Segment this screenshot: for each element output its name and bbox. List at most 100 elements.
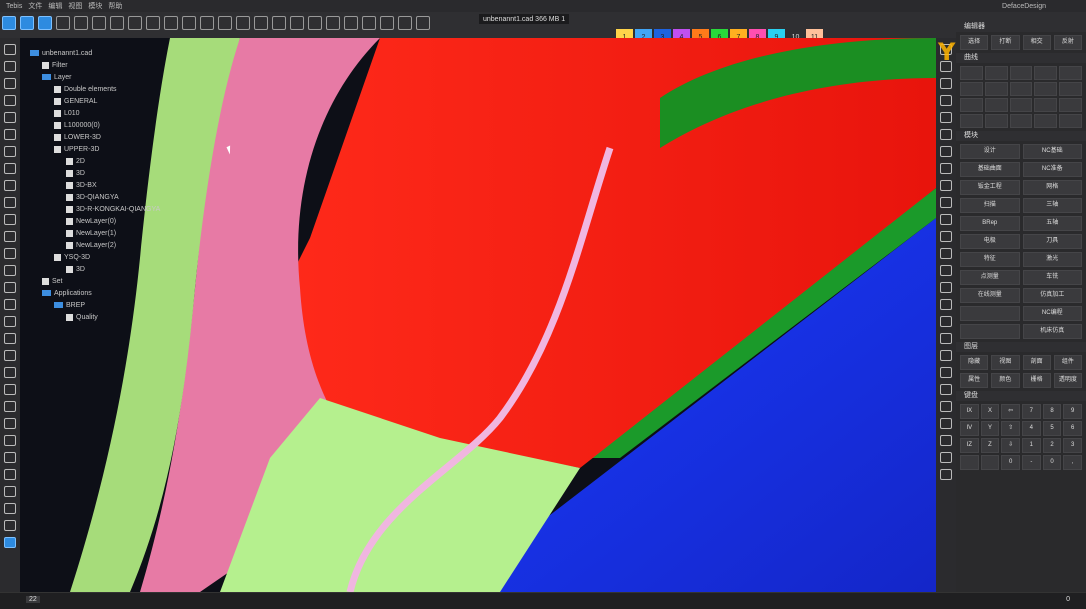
- keypad-key[interactable]: Z: [980, 438, 1000, 453]
- keypad-key[interactable]: IZ: [960, 438, 979, 453]
- right-tool-icon[interactable]: [940, 350, 952, 361]
- left-tool-icon[interactable]: [4, 452, 16, 463]
- toolbar-tool-icon[interactable]: [380, 16, 394, 30]
- edit-button[interactable]: 打断: [991, 35, 1020, 50]
- tree-item[interactable]: Filter: [30, 60, 160, 72]
- keypad-key[interactable]: -: [1021, 455, 1041, 470]
- menu-edit[interactable]: 编辑: [48, 1, 62, 11]
- left-tool-icon[interactable]: [4, 146, 16, 157]
- keypad-key[interactable]: 2: [1042, 438, 1062, 453]
- right-tool-icon[interactable]: [940, 418, 952, 429]
- toolbar-tool-icon[interactable]: [74, 16, 88, 30]
- module-button[interactable]: 电极: [960, 234, 1020, 249]
- right-tool-icon[interactable]: [940, 282, 952, 293]
- tree-item[interactable]: Quality: [30, 312, 160, 324]
- section-keypad[interactable]: 键盘: [956, 391, 1086, 401]
- keypad-key[interactable]: 5: [1042, 421, 1062, 436]
- right-tool-icon[interactable]: [940, 248, 952, 259]
- curve-tool-icon[interactable]: [1009, 98, 1033, 112]
- left-tool-icon[interactable]: [4, 418, 16, 429]
- module-button[interactable]: 刀具: [1022, 234, 1082, 249]
- module-button[interactable]: 车铣: [1022, 270, 1082, 285]
- display-button[interactable]: 视图: [991, 355, 1020, 370]
- module-button[interactable]: NC基础: [1022, 144, 1082, 159]
- right-tool-icon[interactable]: [940, 316, 952, 327]
- display-button[interactable]: 颜色: [991, 373, 1020, 388]
- curve-tool-icon[interactable]: [1034, 82, 1058, 96]
- module-button[interactable]: 扫描: [960, 198, 1020, 213]
- toolbar-tool-icon[interactable]: [200, 16, 214, 30]
- curve-tool-icon[interactable]: [1034, 66, 1058, 80]
- toolbar-tool-icon[interactable]: [272, 16, 286, 30]
- right-tool-icon[interactable]: [940, 78, 952, 89]
- keypad-key[interactable]: 4: [1021, 421, 1041, 436]
- left-tool-icon[interactable]: [4, 520, 16, 531]
- keypad-key[interactable]: ⇧: [1001, 421, 1020, 436]
- tree-item[interactable]: 3D: [30, 264, 160, 276]
- curve-tool-icon[interactable]: [1034, 98, 1058, 112]
- toolbar-tool-icon[interactable]: [344, 16, 358, 30]
- edit-button[interactable]: 相交: [1022, 35, 1051, 50]
- module-button[interactable]: 特征: [960, 252, 1020, 267]
- section-curves[interactable]: 曲线: [956, 53, 1086, 63]
- menu-view[interactable]: 视图: [68, 1, 82, 11]
- display-button[interactable]: 组件: [1053, 355, 1082, 370]
- edit-button[interactable]: 反射: [1053, 35, 1082, 50]
- file-tab[interactable]: unbenannt1.cad 366 MB 1: [479, 14, 570, 24]
- toolbar-tool-icon[interactable]: [146, 16, 160, 30]
- tree-item[interactable]: unbenannt1.cad: [30, 48, 160, 60]
- keypad-key[interactable]: ⇩: [1001, 438, 1020, 453]
- keypad-key[interactable]: [960, 455, 979, 470]
- right-tool-icon[interactable]: [940, 401, 952, 412]
- tree-item[interactable]: NewLayer(0): [30, 216, 160, 228]
- keypad-key[interactable]: 0: [1001, 455, 1020, 470]
- left-tool-icon[interactable]: [4, 129, 16, 140]
- right-tool-icon[interactable]: [940, 163, 952, 174]
- left-tool-icon[interactable]: [4, 231, 16, 242]
- toolbar-tool-icon[interactable]: [416, 16, 430, 30]
- right-tool-icon[interactable]: [940, 384, 952, 395]
- right-tool-icon[interactable]: [940, 299, 952, 310]
- display-button[interactable]: 属性: [960, 373, 989, 388]
- keypad-key[interactable]: X: [980, 404, 1000, 419]
- toolbar-tool-icon[interactable]: [290, 16, 304, 30]
- tree-item[interactable]: GENERAL: [30, 96, 160, 108]
- module-button[interactable]: 钣金工程: [960, 180, 1020, 195]
- curve-tool-icon[interactable]: [984, 82, 1008, 96]
- left-tool-icon[interactable]: [4, 197, 16, 208]
- toolbar-tool-icon[interactable]: [308, 16, 322, 30]
- curve-tool-icon[interactable]: [1059, 98, 1082, 112]
- keypad-key[interactable]: 8: [1042, 404, 1062, 419]
- toolbar-tool-icon[interactable]: [254, 16, 268, 30]
- curve-tool-icon[interactable]: [1009, 66, 1033, 80]
- left-tool-icon[interactable]: [4, 282, 16, 293]
- curve-tool-icon[interactable]: [984, 66, 1008, 80]
- toolbar-tool-icon[interactable]: [20, 16, 34, 30]
- toolbar-tool-icon[interactable]: [2, 16, 16, 30]
- right-tool-icon[interactable]: [940, 367, 952, 378]
- left-tool-icon[interactable]: [4, 333, 16, 344]
- left-tool-icon[interactable]: [4, 265, 16, 276]
- keypad-key[interactable]: ⇦: [1001, 404, 1020, 419]
- right-tool-icon[interactable]: [940, 452, 952, 463]
- right-tool-icon[interactable]: [940, 214, 952, 225]
- curve-tool-icon[interactable]: [1034, 114, 1058, 128]
- toolbar-tool-icon[interactable]: [164, 16, 178, 30]
- tree-item[interactable]: YSQ-3D: [30, 252, 160, 264]
- right-tool-icon[interactable]: [940, 180, 952, 191]
- tree-item[interactable]: 3D-R-KONGKAI-QIANGYA: [30, 204, 160, 216]
- 3d-viewport[interactable]: unbenannt1.cad Filter Layer Double elements…: [20, 38, 936, 592]
- curve-tool-icon[interactable]: [960, 98, 983, 112]
- section-edit[interactable]: 编辑器: [956, 22, 1086, 32]
- curve-tool-icon[interactable]: [1059, 82, 1082, 96]
- keypad-key[interactable]: 0: [1042, 455, 1062, 470]
- menu-file[interactable]: 文件: [28, 1, 42, 11]
- curve-tool-icon[interactable]: [960, 82, 983, 96]
- left-tool-icon[interactable]: [4, 163, 16, 174]
- left-tool-icon[interactable]: [4, 350, 16, 361]
- toolbar-tool-icon[interactable]: [326, 16, 340, 30]
- toolbar-tool-icon[interactable]: [398, 16, 412, 30]
- module-button[interactable]: 三轴: [1022, 198, 1082, 213]
- module-button[interactable]: 设计: [960, 144, 1020, 159]
- display-button[interactable]: 隐藏: [960, 355, 989, 370]
